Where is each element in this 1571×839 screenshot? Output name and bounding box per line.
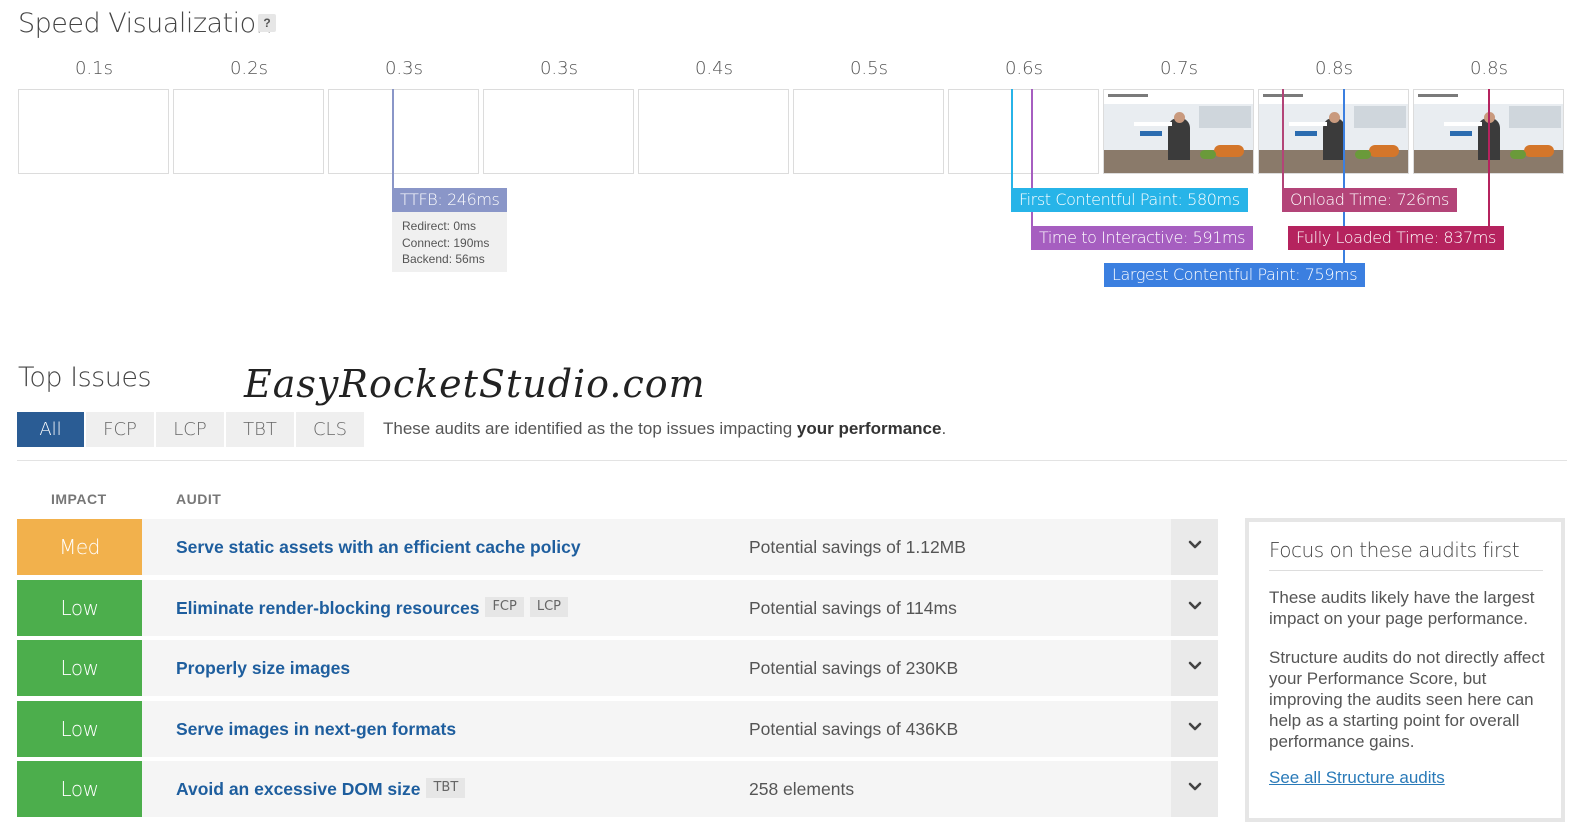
tabs-description: These audits are identified as the top i…	[383, 419, 946, 439]
chevron-down-icon	[1188, 661, 1202, 670]
potential-savings: Potential savings of 436KB	[749, 719, 959, 739]
timeline-tick: 0.3s	[539, 58, 578, 79]
audit-title-cell[interactable]: Eliminate render-blocking resources FCP LC…	[176, 580, 569, 636]
audit-column-header: AUDIT	[176, 491, 222, 507]
tab-cls[interactable]: CLS	[296, 412, 364, 447]
impact-badge: Low	[17, 580, 142, 636]
metric-tag: TBT	[426, 778, 466, 799]
tab-fcp[interactable]: FCP	[86, 412, 154, 447]
audit-row[interactable]: Low Serve images in next-gen formats Poten…	[17, 701, 1218, 757]
focus-paragraph-2: Structure audits do not directly affect …	[1269, 648, 1545, 751]
ttfb-label: TTFB: 246ms	[392, 188, 508, 212]
timeline-tick: 0.6s	[1004, 58, 1043, 79]
tab-all[interactable]: All	[17, 412, 84, 447]
structure-audits-link[interactable]: See all Structure audits	[1269, 768, 1445, 788]
fcp-label: First Contentful Paint: 580ms	[1011, 188, 1248, 212]
audit-title-cell[interactable]: Properly size images	[176, 640, 350, 696]
fully-loaded-line	[1488, 89, 1490, 227]
audit-title-cell[interactable]: Serve static assets with an efficient ca…	[176, 519, 581, 575]
audit-title-cell[interactable]: Serve images in next-gen formats	[176, 701, 456, 757]
timeline-tick: 0.2s	[229, 58, 268, 79]
onload-label: Onload Time: 726ms	[1282, 188, 1457, 212]
backend-detail: Backend: 56ms	[402, 252, 485, 266]
metric-tag: LCP	[529, 597, 569, 618]
chevron-down-icon	[1188, 782, 1202, 791]
timeline-tick: 0.7s	[1159, 58, 1198, 79]
focus-title: Focus on these audits first	[1269, 538, 1520, 562]
impact-badge: Low	[17, 640, 142, 696]
ttfb-line	[392, 89, 394, 189]
timeline-tick: 0.8s	[1314, 58, 1353, 79]
focus-divider	[1269, 570, 1543, 571]
potential-savings: Potential savings of 230KB	[749, 658, 959, 678]
audit-title[interactable]: Properly size images	[176, 658, 350, 678]
filmstrip-frame	[18, 89, 169, 174]
expand-button[interactable]	[1171, 761, 1218, 817]
top-issues-title: Top Issues	[18, 362, 152, 393]
audit-title[interactable]: Avoid an excessive DOM size	[176, 779, 420, 799]
audit-title-cell[interactable]: Avoid an excessive DOM size TBT	[176, 761, 466, 817]
filmstrip-frame	[638, 89, 789, 174]
impact-column-header: IMPACT	[51, 491, 107, 507]
fully-loaded-label: Fully Loaded Time: 837ms	[1288, 226, 1504, 250]
onload-line	[1282, 89, 1284, 189]
potential-savings: 258 elements	[749, 779, 855, 799]
potential-savings: Potential savings of 1.12MB	[749, 537, 966, 557]
description-text: These audits are identified as the top i…	[383, 419, 797, 438]
impact-badge: Low	[17, 701, 142, 757]
expand-button[interactable]	[1171, 640, 1218, 696]
timeline-tick: 0.8s	[1469, 58, 1508, 79]
audit-title[interactable]: Eliminate render-blocking resources	[176, 598, 479, 618]
timeline-tick: 0.1s	[74, 58, 113, 79]
tab-lcp[interactable]: LCP	[156, 412, 224, 447]
watermark: EasyRocketStudio.com	[244, 362, 706, 406]
filmstrip-frame	[793, 89, 944, 174]
fcp-line	[1011, 89, 1013, 189]
audit-row[interactable]: Low Eliminate render-blocking resources FC…	[17, 580, 1218, 636]
filmstrip-frame	[328, 89, 479, 174]
timeline-tick: 0.4s	[694, 58, 733, 79]
speed-visualization-title: Speed Visualization	[18, 8, 273, 39]
timeline-tick: 0.5s	[849, 58, 888, 79]
redirect-detail: Redirect: 0ms	[402, 219, 477, 233]
metric-tag: FCP	[485, 597, 524, 618]
expand-button[interactable]	[1171, 580, 1218, 636]
potential-savings: Potential savings of 114ms	[749, 598, 957, 618]
filmstrip-screenshot	[1258, 89, 1409, 174]
description-suffix: .	[941, 419, 947, 438]
filmstrip-frame	[483, 89, 634, 174]
focus-paragraph-1: These audits likely have the largest imp…	[1269, 588, 1535, 628]
audit-row[interactable]: Low Avoid an excessive DOM size TBT 258 ele…	[17, 761, 1218, 817]
expand-button[interactable]	[1171, 701, 1218, 757]
tab-tbt[interactable]: TBT	[226, 412, 294, 447]
filmstrip-screenshot	[1103, 89, 1254, 174]
timeline-tick: 0.3s	[384, 58, 423, 79]
audit-title[interactable]: Serve static assets with an efficient ca…	[176, 537, 581, 557]
chevron-down-icon	[1188, 722, 1202, 731]
ttfb-details: Redirect: 0ms Connect: 190ms Backend: 56…	[392, 212, 507, 272]
tti-label: Time to Interactive: 591ms	[1031, 226, 1254, 250]
divider	[17, 460, 1567, 461]
lcp-label: Largest Contentful Paint: 759ms	[1104, 263, 1366, 287]
impact-badge: Med	[17, 519, 142, 575]
filmstrip-frame	[173, 89, 324, 174]
audit-row[interactable]: Med Serve static assets with an efficient…	[17, 519, 1218, 575]
help-icon[interactable]: ?	[258, 14, 276, 32]
chevron-down-icon	[1188, 540, 1202, 549]
connect-detail: Connect: 190ms	[402, 235, 490, 250]
expand-button[interactable]	[1171, 519, 1218, 575]
chevron-down-icon	[1188, 601, 1202, 610]
description-bold: your performance	[796, 419, 942, 438]
audit-row[interactable]: Low Properly size images Potential savings…	[17, 640, 1218, 696]
filmstrip-frame	[948, 89, 1099, 174]
impact-badge: Low	[17, 761, 142, 817]
audit-title[interactable]: Serve images in next-gen formats	[176, 719, 456, 739]
